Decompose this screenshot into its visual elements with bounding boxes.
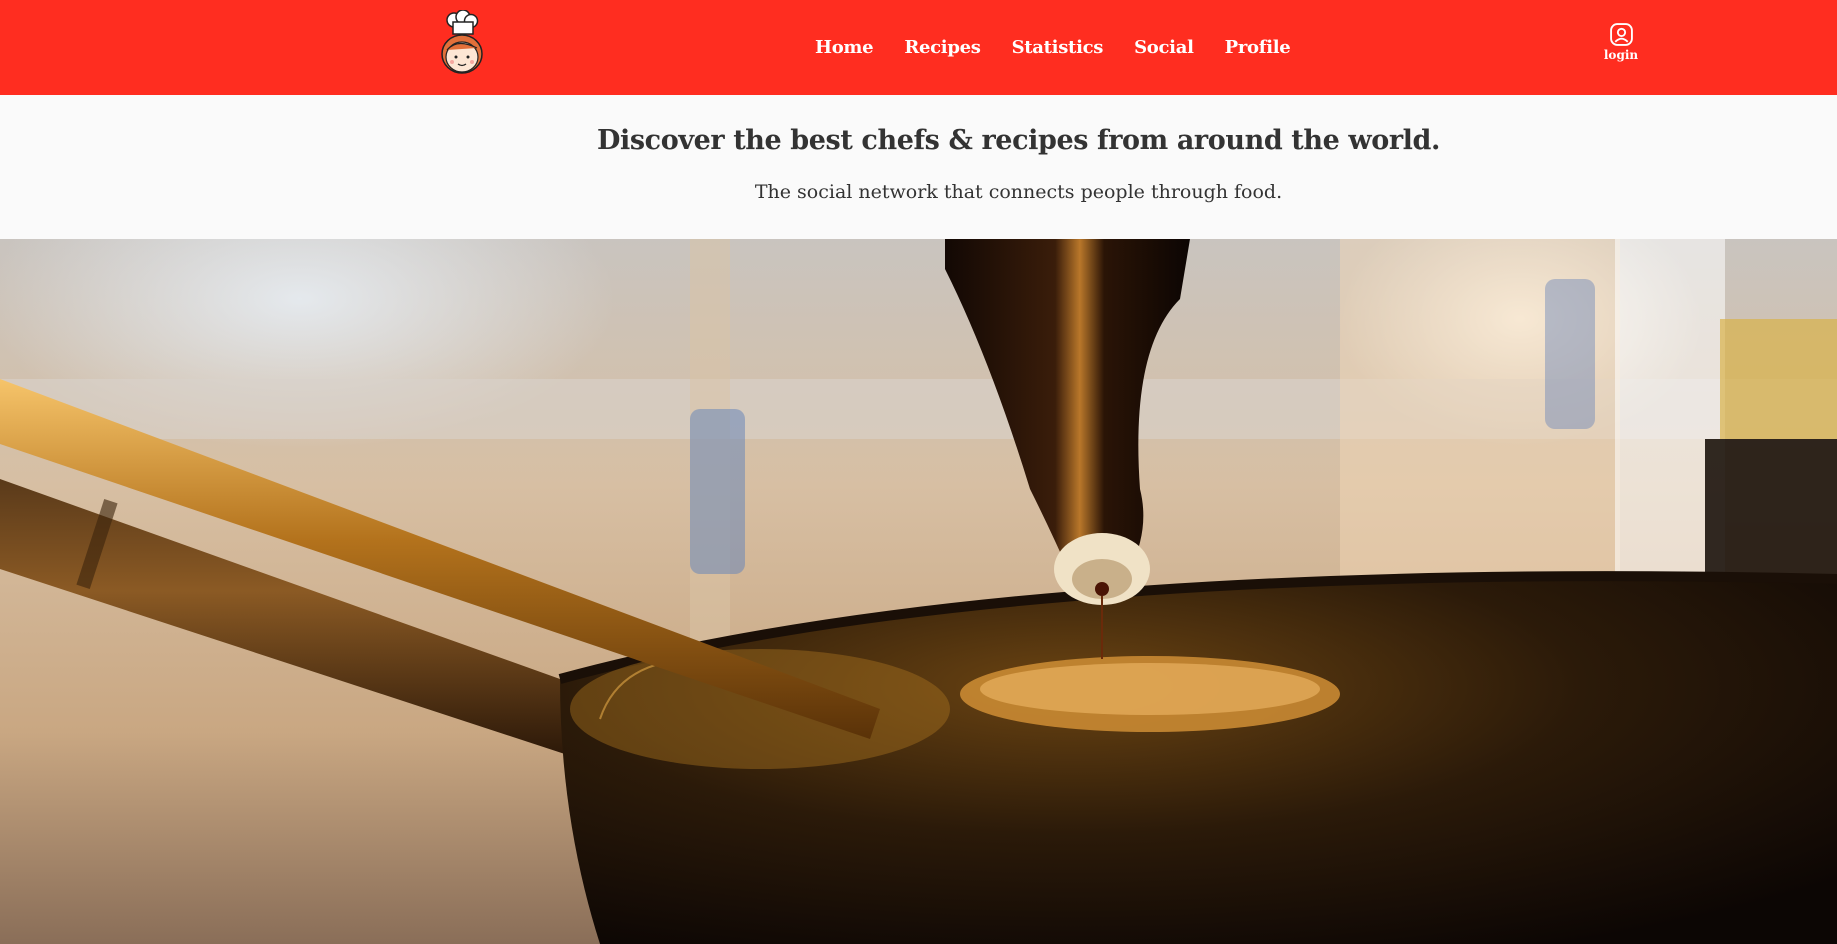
nav-statistics[interactable]: Statistics bbox=[1012, 38, 1104, 57]
nav-profile[interactable]: Profile bbox=[1225, 38, 1291, 57]
top-navigation-bar: Home Recipes Statistics Social Profile l… bbox=[0, 0, 1837, 95]
hero-text-band: Discover the best chefs & recipes from a… bbox=[0, 95, 1837, 239]
hero-cooking-image bbox=[0, 239, 1837, 944]
hero-headline: Discover the best chefs & recipes from a… bbox=[597, 125, 1440, 156]
user-circle-icon bbox=[1609, 23, 1633, 46]
nav-home[interactable]: Home bbox=[815, 38, 874, 57]
login-button[interactable]: login bbox=[1596, 22, 1646, 68]
chef-logo-icon[interactable] bbox=[439, 9, 485, 74]
wok-and-oil-bottle-image bbox=[0, 239, 1837, 944]
nav-recipes[interactable]: Recipes bbox=[904, 38, 981, 57]
main-nav: Home Recipes Statistics Social Profile bbox=[815, 0, 1291, 95]
login-label: login bbox=[1603, 48, 1639, 62]
hero-subline: The social network that connects people … bbox=[754, 181, 1283, 203]
nav-social[interactable]: Social bbox=[1134, 38, 1194, 57]
